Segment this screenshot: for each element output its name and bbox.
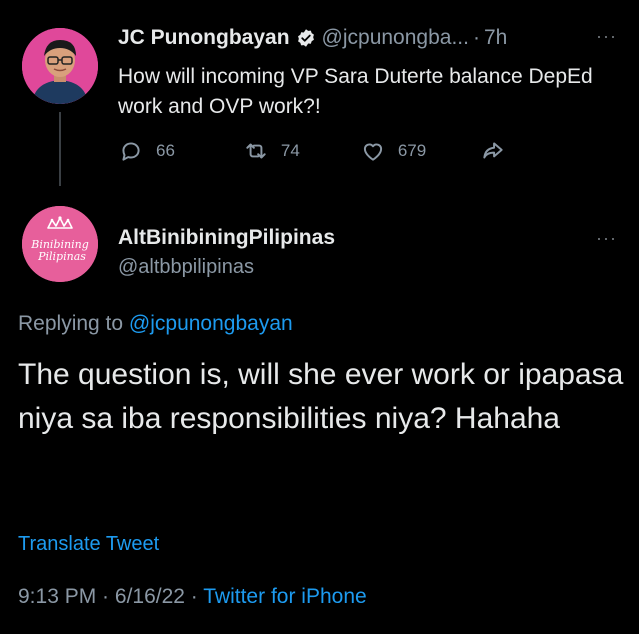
reply-more-options-icon[interactable]: ··· bbox=[596, 228, 617, 249]
author-handle[interactable]: @jcpunongba... bbox=[322, 26, 469, 50]
reply-author-avatar[interactable]: Binibining Pilipinas bbox=[22, 206, 98, 282]
tweet-timestamp[interactable]: 9:13 PM bbox=[18, 585, 96, 608]
replying-to-label: Replying to bbox=[18, 312, 129, 335]
meta-separator: · bbox=[184, 585, 204, 608]
retweet-button[interactable]: 74 bbox=[243, 138, 300, 164]
translate-tweet-link[interactable]: Translate Tweet bbox=[18, 533, 159, 556]
reply-button[interactable]: 66 bbox=[118, 138, 175, 164]
verified-badge-icon bbox=[297, 29, 314, 47]
author-name[interactable]: JC Punongbayan bbox=[118, 26, 290, 50]
replying-to: Replying to @jcpunongbayan bbox=[18, 312, 293, 336]
separator-dot: · bbox=[472, 26, 480, 49]
reply-text: The question is, will she ever work or i… bbox=[18, 358, 624, 435]
heart-icon bbox=[363, 143, 382, 161]
tweet-actions: 66 74 679 bbox=[118, 138, 506, 164]
retweet-count: 74 bbox=[280, 141, 300, 160]
share-button[interactable] bbox=[480, 138, 506, 164]
tweet-time[interactable]: 7h bbox=[484, 26, 507, 50]
tweet-header: JC Punongbayan @jcpunongba... · 7h bbox=[118, 26, 507, 50]
binibining-pilipinas-logo: Binibining Pilipinas bbox=[22, 206, 98, 282]
tweet-text: How will incoming VP Sara Duterte balanc… bbox=[118, 65, 593, 118]
tweet-date[interactable]: 6/16/22 bbox=[115, 585, 185, 608]
author-avatar[interactable] bbox=[22, 28, 98, 104]
retweet-icon bbox=[246, 143, 266, 159]
like-count: 679 bbox=[397, 141, 427, 160]
reply-count: 66 bbox=[156, 141, 175, 160]
meta-separator: · bbox=[96, 585, 115, 608]
thread-line bbox=[59, 112, 61, 186]
reply-icon bbox=[122, 142, 140, 161]
replying-to-mention[interactable]: @jcpunongbayan bbox=[129, 312, 293, 335]
like-button[interactable]: 679 bbox=[360, 138, 426, 164]
tweet-source[interactable]: Twitter for iPhone bbox=[203, 585, 366, 608]
tweet-meta: 9:13 PM · 6/16/22 · Twitter for iPhone bbox=[18, 585, 367, 609]
more-options-icon[interactable]: ··· bbox=[596, 26, 617, 47]
person-avatar-image bbox=[22, 28, 98, 104]
reply-author-handle[interactable]: @altbbpilipinas bbox=[118, 256, 254, 279]
svg-text:Pilipinas: Pilipinas bbox=[37, 250, 86, 263]
share-icon bbox=[483, 142, 503, 159]
reply-author-name[interactable]: AltBinibiningPilipinas bbox=[118, 226, 335, 250]
